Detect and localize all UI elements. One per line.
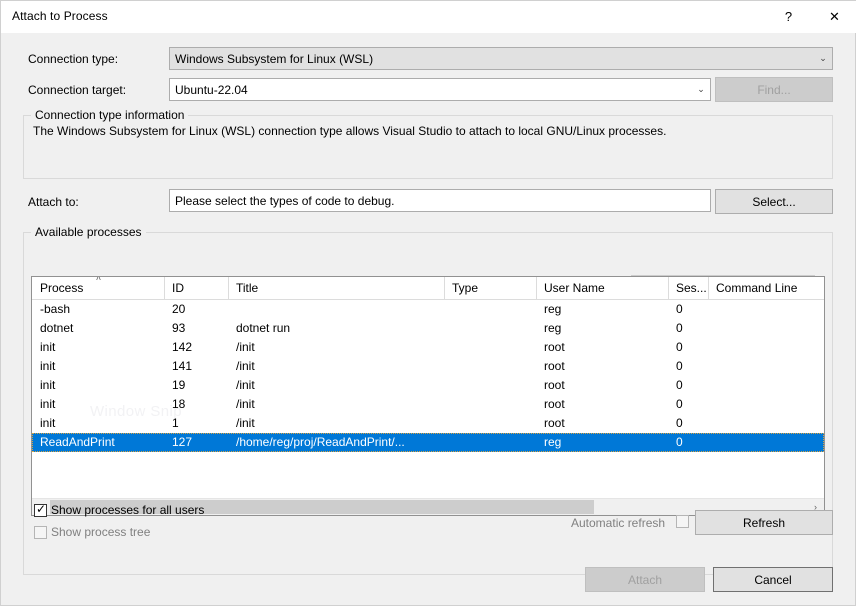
column-header-label: Type xyxy=(452,281,478,295)
table-row[interactable]: init 1/init root 0 xyxy=(32,414,824,433)
column-header-label: User Name xyxy=(544,281,605,295)
cell-id: 141 xyxy=(172,359,226,373)
cell-session: 0 xyxy=(676,435,706,449)
column-header-id[interactable]: ID xyxy=(165,277,229,299)
cell-user: root xyxy=(544,397,666,411)
cell-title: /init xyxy=(236,378,442,392)
cell-session: 0 xyxy=(676,340,706,354)
check-icon: ✓ xyxy=(36,502,46,516)
cell-title: /init xyxy=(236,340,442,354)
cell-session: 0 xyxy=(676,359,706,373)
table-row[interactable]: init 142/init root 0 xyxy=(32,338,824,357)
select-button[interactable]: Select... xyxy=(715,189,833,214)
cell-process: init xyxy=(40,359,162,373)
show-all-users-label[interactable]: Show processes for all users xyxy=(51,503,204,517)
connection-target-label: Connection target: xyxy=(28,83,126,97)
cell-process: init xyxy=(40,416,162,430)
connection-type-information-text: The Windows Subsystem for Linux (WSL) co… xyxy=(33,124,666,138)
attach-to-value: Please select the types of code to debug… xyxy=(169,189,711,212)
chevron-down-icon: ⌄ xyxy=(814,48,832,69)
cell-id: 93 xyxy=(172,321,226,335)
chevron-down-icon: ⌄ xyxy=(692,79,710,100)
column-header-command-line[interactable]: Command Line xyxy=(709,277,824,299)
column-header-label: Title xyxy=(236,281,258,295)
automatic-refresh-checkbox xyxy=(676,515,689,528)
column-header-label: Ses... xyxy=(676,281,707,295)
connection-type-label: Connection type: xyxy=(28,52,118,66)
cell-process: -bash xyxy=(40,302,162,316)
process-list-header: ˄ Process ID Title Type User Name Ses... xyxy=(32,277,824,300)
cell-process: init xyxy=(40,397,162,411)
attach-to-process-dialog: Attach to Process ? ✕ Connection type: W… xyxy=(0,0,856,606)
column-header-process[interactable]: ˄ Process xyxy=(33,277,165,299)
find-button: Find... xyxy=(715,77,833,102)
connection-target-value: Ubuntu-22.04 xyxy=(175,83,248,97)
table-row[interactable]: init 18/init root 0 xyxy=(32,395,824,414)
show-all-users-checkbox[interactable]: ✓ xyxy=(34,504,47,517)
available-processes-title: Available processes xyxy=(31,225,146,239)
cell-session: 0 xyxy=(676,321,706,335)
process-list[interactable]: ˄ Process ID Title Type User Name Ses... xyxy=(31,276,825,516)
cell-title: /init xyxy=(236,359,442,373)
column-header-user-name[interactable]: User Name xyxy=(537,277,669,299)
cell-id: 127 xyxy=(172,435,226,449)
cell-title: dotnet run xyxy=(236,321,442,335)
cell-id: 1 xyxy=(172,416,226,430)
column-header-label: Process xyxy=(40,281,83,295)
attach-to-label: Attach to: xyxy=(28,195,79,209)
table-row[interactable]: -bash 20 reg 0 xyxy=(32,300,824,319)
connection-type-combobox[interactable]: Windows Subsystem for Linux (WSL) ⌄ xyxy=(169,47,833,70)
column-header-label: ID xyxy=(172,281,184,295)
cell-title: /home/reg/proj/ReadAndPrint/... xyxy=(236,435,442,449)
cell-title: /init xyxy=(236,397,442,411)
cell-id: 142 xyxy=(172,340,226,354)
cell-process: init xyxy=(40,378,162,392)
column-header-label: Command Line xyxy=(716,281,797,295)
cell-session: 0 xyxy=(676,302,706,316)
cell-session: 0 xyxy=(676,416,706,430)
cell-title: /init xyxy=(236,416,442,430)
automatic-refresh-label: Automatic refresh xyxy=(571,516,665,530)
cell-user: reg xyxy=(544,435,666,449)
refresh-button[interactable]: Refresh xyxy=(695,510,833,535)
cell-session: 0 xyxy=(676,378,706,392)
close-icon[interactable]: ✕ xyxy=(812,1,856,32)
table-row[interactable]: init 141/init root 0 xyxy=(32,357,824,376)
cell-process: init xyxy=(40,340,162,354)
column-header-title[interactable]: Title xyxy=(229,277,445,299)
dialog-client-area: Connection type: Windows Subsystem for L… xyxy=(1,33,855,605)
cell-session: 0 xyxy=(676,397,706,411)
title-bar: Attach to Process ? ✕ xyxy=(1,1,856,33)
column-header-type[interactable]: Type xyxy=(445,277,537,299)
cell-user: root xyxy=(544,416,666,430)
connection-target-combobox[interactable]: Ubuntu-22.04 ⌄ xyxy=(169,78,711,101)
connection-type-value: Windows Subsystem for Linux (WSL) xyxy=(175,52,373,66)
cell-id: 19 xyxy=(172,378,226,392)
cell-process: dotnet xyxy=(40,321,162,335)
cell-id: 18 xyxy=(172,397,226,411)
show-process-tree-label: Show process tree xyxy=(51,525,150,539)
cancel-button[interactable]: Cancel xyxy=(713,567,833,592)
cell-user: root xyxy=(544,359,666,373)
cell-user: root xyxy=(544,378,666,392)
column-header-session[interactable]: Ses... xyxy=(669,277,709,299)
window-title: Attach to Process xyxy=(12,9,108,23)
cell-user: reg xyxy=(544,302,666,316)
connection-type-information-title: Connection type information xyxy=(31,108,188,122)
attach-button: Attach xyxy=(585,567,705,592)
help-button[interactable]: ? xyxy=(766,1,811,32)
cell-process: ReadAndPrint xyxy=(40,435,162,449)
table-row[interactable]: ReadAndPrint 127/home/reg/proj/ReadAndPri… xyxy=(32,433,824,452)
cell-user: reg xyxy=(544,321,666,335)
sort-ascending-icon: ˄ xyxy=(96,277,101,283)
cell-user: root xyxy=(544,340,666,354)
process-list-body: -bash 20 reg 0 dotnet 93 dotnet run reg 0 init 142… xyxy=(32,300,824,452)
cell-id: 20 xyxy=(172,302,226,316)
show-process-tree-checkbox xyxy=(34,526,47,539)
table-row[interactable]: dotnet 93 dotnet run reg 0 xyxy=(32,319,824,338)
table-row[interactable]: init 19/init root 0 xyxy=(32,376,824,395)
